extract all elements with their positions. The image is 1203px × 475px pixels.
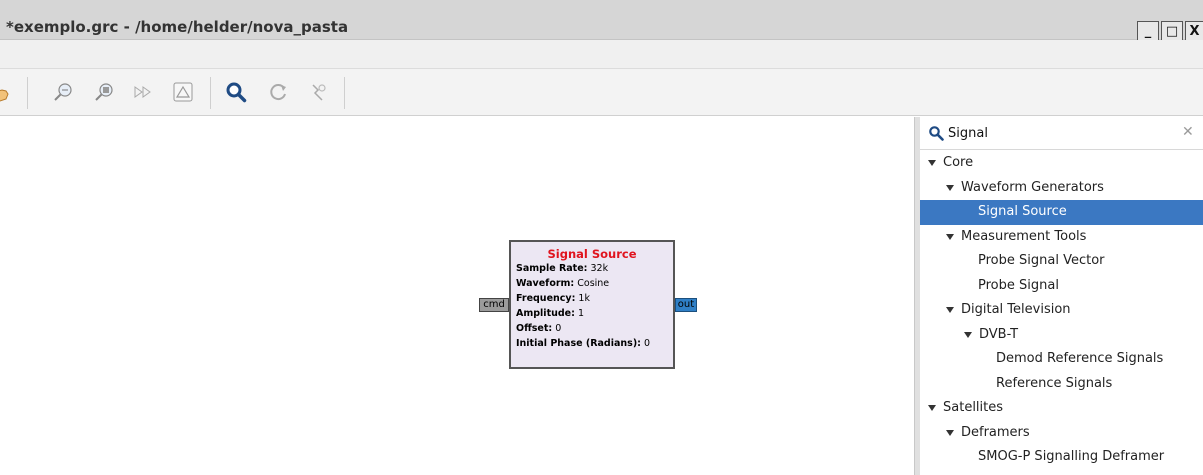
tree-group[interactable]: Waveform Generators [920, 176, 1203, 201]
window-controls: _ □ X [1137, 21, 1203, 41]
tree-label: Probe Signal Vector [978, 253, 1105, 268]
window-title: *exemplo.grc - /home/helder/nova_pasta [6, 18, 349, 36]
tree-group[interactable]: Core [920, 151, 1203, 176]
signal-source-block[interactable]: Signal Source Sample Rate: 32k Waveform: … [509, 240, 675, 369]
block-param-list: Sample Rate: 32k Waveform: Cosine Frequenc… [511, 261, 673, 351]
tree-group[interactable]: Satellites [920, 396, 1203, 421]
block-param: Offset: 0 [516, 321, 673, 336]
tree-label: Demod Reference Signals [996, 351, 1164, 366]
menubar [0, 40, 1203, 69]
search-bar: ✕ [920, 117, 1203, 150]
tree-label: Satellites [943, 400, 1004, 415]
search-input[interactable] [948, 123, 1168, 143]
block-title: Signal Source [547, 247, 637, 261]
search-icon [928, 125, 944, 141]
window-titlebar: *exemplo.grc - /home/helder/nova_pasta _… [0, 0, 1203, 41]
tree-label: SMOG-P Signalling Deframer [978, 449, 1165, 464]
block-param: Waveform: Cosine [516, 276, 673, 291]
clear-search-icon[interactable]: ✕ [1182, 125, 1196, 139]
block-param-value: 32k [587, 263, 609, 274]
tree-group[interactable]: Digital Television [920, 298, 1203, 323]
block-param-value: Cosine [574, 278, 610, 289]
block-param: Frequency: 1k [516, 291, 673, 306]
tree-label: DVB-T [979, 326, 1019, 342]
tree-group[interactable]: DVB-T [920, 323, 1203, 348]
flowgraph-canvas[interactable] [0, 117, 914, 475]
tree-item[interactable]: Probe Signal Vector [920, 249, 1203, 274]
block-param-value: 0 [552, 323, 562, 334]
tree-item[interactable]: SMOG-P Signalling Deframer [920, 445, 1203, 470]
block-library-panel: ✕ Core Waveform Generators Signal Source Me… [920, 117, 1203, 475]
block-port-cmd[interactable]: cmd [479, 298, 509, 312]
expander-arrow-icon[interactable] [946, 184, 954, 191]
block-param-label: Initial Phase (Radians): [516, 338, 641, 349]
expander-arrow-icon[interactable] [928, 160, 936, 166]
forward-icon[interactable] [132, 81, 154, 103]
block-param-label: Frequency: [516, 293, 576, 304]
block-param-value: 1 [574, 308, 584, 319]
expander-arrow-icon[interactable] [928, 405, 936, 411]
tree-label: Measurement Tools [961, 228, 1087, 244]
tree-label: Deframers [961, 424, 1030, 440]
refresh-icon[interactable] [268, 81, 290, 103]
tree-group[interactable]: Deframers [920, 421, 1203, 446]
toolbar-separator [344, 77, 345, 109]
block-param-label: Amplitude: [516, 308, 575, 319]
tree-label: Digital Television [961, 302, 1071, 317]
tree-group[interactable]: Measurement Tools [920, 225, 1203, 250]
block-param-label: Offset: [516, 323, 553, 334]
search-icon[interactable] [225, 81, 247, 103]
minimize-button[interactable]: _ [1137, 21, 1159, 41]
block-param-label: Sample Rate: [516, 263, 588, 274]
bypass-icon[interactable] [308, 81, 330, 103]
block-param: Initial Phase (Radians): 0 [516, 336, 673, 351]
block-param-value: 1k [575, 293, 590, 304]
expander-arrow-icon[interactable] [946, 429, 954, 436]
toolbar [0, 69, 1203, 116]
expander-arrow-icon[interactable] [946, 307, 954, 313]
tree-item[interactable]: Probe Signal [920, 274, 1203, 299]
expander-arrow-icon[interactable] [946, 233, 954, 240]
hand-icon[interactable] [0, 81, 14, 103]
warning-icon[interactable] [172, 81, 194, 103]
block-param-label: Waveform: [516, 278, 575, 289]
tree-label: Signal Source [978, 204, 1067, 219]
toolbar-separator [210, 77, 211, 109]
block-param-value: 0 [640, 338, 651, 349]
block-tree: Core Waveform Generators Signal Source Meas… [920, 151, 1203, 470]
tree-label: Core [943, 155, 974, 170]
tree-label: Reference Signals [996, 375, 1113, 391]
zoom-out-icon[interactable] [93, 81, 115, 103]
tree-item[interactable]: Signal Source [920, 200, 1203, 225]
tree-item[interactable]: Reference Signals [920, 372, 1203, 397]
tree-label: Probe Signal [978, 277, 1059, 293]
block-port-out[interactable]: out [675, 298, 697, 312]
tree-label: Waveform Generators [961, 179, 1104, 195]
tree-item[interactable]: Demod Reference Signals [920, 347, 1203, 372]
expander-arrow-icon[interactable] [964, 331, 972, 338]
zoom-in-icon[interactable] [52, 81, 74, 103]
maximize-button[interactable]: □ [1161, 21, 1183, 41]
block-param: Amplitude: 1 [516, 306, 673, 321]
toolbar-separator [27, 77, 28, 109]
block-param: Sample Rate: 32k [516, 261, 673, 276]
close-button[interactable]: X [1185, 21, 1203, 41]
